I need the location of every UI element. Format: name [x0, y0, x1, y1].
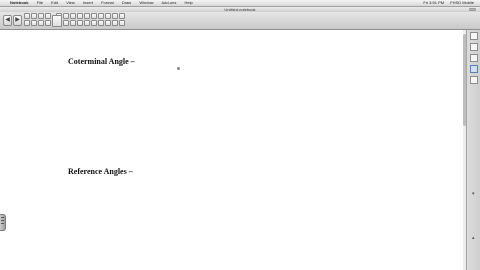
toolbar-toggle-button[interactable]	[469, 8, 476, 11]
table-icon[interactable]	[98, 13, 104, 19]
capture-area-icon[interactable]	[45, 20, 51, 26]
response-icon[interactable]	[52, 15, 62, 27]
grip-icon	[1, 220, 4, 221]
document-camera-icon[interactable]	[105, 13, 111, 19]
addons-icon[interactable]	[470, 76, 478, 84]
line-icon[interactable]	[91, 20, 97, 26]
clock[interactable]: Fri 3:51 PM	[423, 0, 444, 5]
side-panel-toggle[interactable]	[0, 214, 6, 231]
menu-notebook[interactable]: Notebook	[10, 0, 28, 5]
display-page-icon[interactable]	[24, 20, 30, 26]
properties-tab-icon[interactable]	[470, 65, 478, 73]
redo-icon[interactable]	[70, 13, 76, 19]
save-icon[interactable]	[45, 13, 51, 19]
grip-icon	[1, 217, 4, 218]
menu-view[interactable]: View	[66, 0, 75, 5]
add-page-icon[interactable]	[24, 13, 30, 19]
right-sidebar: ▾ ▴	[466, 30, 480, 270]
heading-reference-angles[interactable]: Reference Angles –	[68, 167, 133, 176]
menu-draw[interactable]: Draw	[122, 0, 131, 5]
menu-list: Notebook File Edit View Insert Format Dr…	[10, 0, 200, 6]
dual-page-icon[interactable]	[31, 20, 37, 26]
delete-page-icon[interactable]	[31, 13, 37, 19]
toolbar: ◀ ▶	[0, 12, 480, 30]
zoom-icon[interactable]	[38, 20, 44, 26]
menu-file[interactable]: File	[37, 0, 43, 5]
eraser-icon[interactable]	[84, 20, 90, 26]
record-icon[interactable]	[119, 13, 125, 19]
full-screen-icon[interactable]	[91, 13, 97, 19]
scroll-down-icon[interactable]: ▾	[472, 192, 475, 197]
arrow-left-icon: ◀	[5, 17, 10, 23]
pen-icon[interactable]	[70, 20, 76, 26]
auto-hide-icon[interactable]: ▴	[472, 236, 475, 241]
menu-format[interactable]: Format	[101, 0, 114, 5]
capture-icon[interactable]	[112, 13, 118, 19]
page-sorter-icon[interactable]	[470, 32, 478, 40]
creative-pen-icon[interactable]	[77, 20, 83, 26]
menu-extras: Fri 3:51 PM FHSD Mobile	[418, 0, 474, 6]
mouse-cursor-icon	[177, 67, 180, 70]
menu-addons[interactable]: Add-ons	[161, 0, 176, 5]
fill-icon[interactable]	[105, 20, 111, 26]
menu-insert[interactable]: Insert	[83, 0, 93, 5]
arrow-right-icon: ▶	[15, 17, 20, 23]
open-file-icon[interactable]	[38, 13, 44, 19]
screen-shade-icon[interactable]	[84, 13, 90, 19]
notebook-page[interactable]: Coterminal Angle – Reference Angles –	[0, 30, 466, 270]
shapes-icon[interactable]	[98, 20, 104, 26]
menu-help[interactable]: Help	[184, 0, 192, 5]
menu-edit[interactable]: Edit	[51, 0, 58, 5]
delete-icon[interactable]	[77, 13, 83, 19]
gallery-icon[interactable]	[470, 43, 478, 51]
menu-window[interactable]: Window	[139, 0, 153, 5]
next-page-button[interactable]: ▶	[13, 15, 22, 26]
properties-icon[interactable]	[119, 20, 125, 26]
heading-coterminal-angle[interactable]: Coterminal Angle –	[68, 57, 135, 66]
grip-icon	[1, 223, 4, 224]
select-icon[interactable]	[63, 20, 69, 26]
previous-page-button[interactable]: ◀	[3, 15, 12, 26]
text-icon[interactable]	[112, 20, 118, 26]
user-name[interactable]: FHSD Mobile	[450, 0, 474, 5]
undo-icon[interactable]	[63, 13, 69, 19]
attachments-icon[interactable]	[470, 54, 478, 62]
menu-bar: Notebook File Edit View Insert Format Dr…	[0, 0, 480, 7]
